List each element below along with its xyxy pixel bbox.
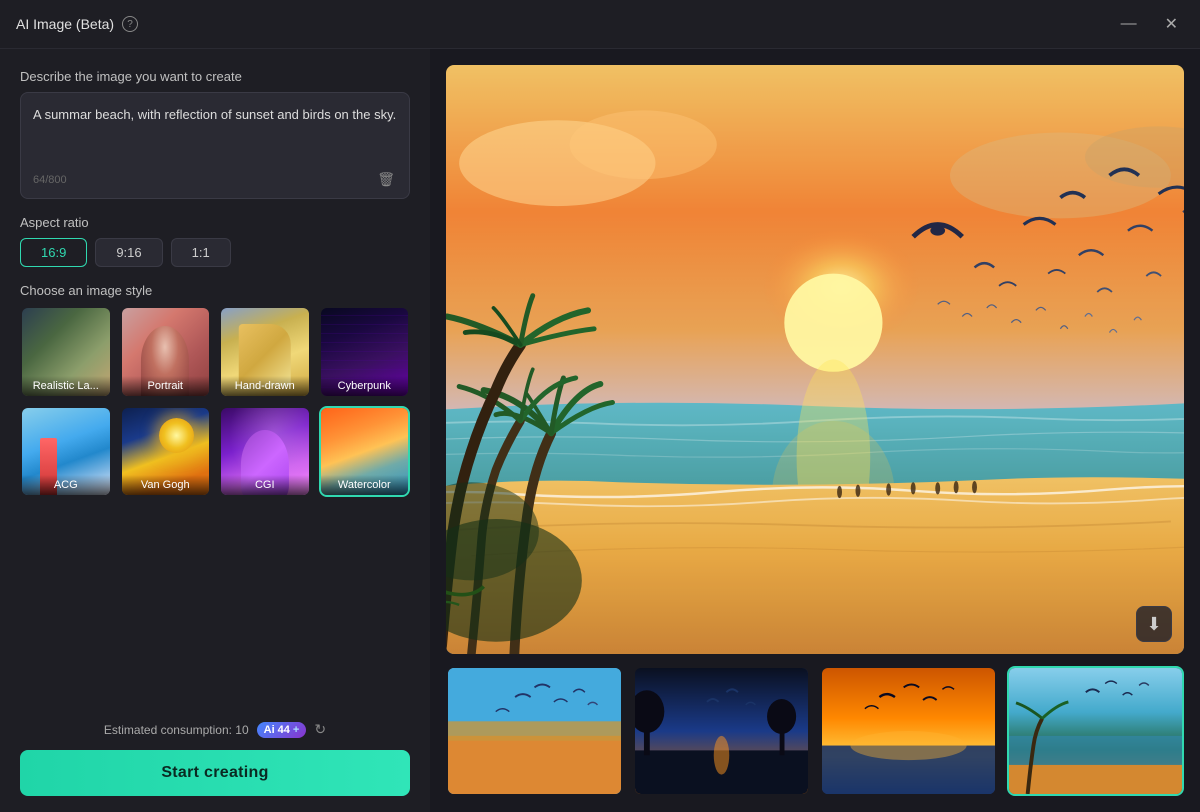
- prompt-section: Describe the image you want to create 64…: [20, 69, 410, 199]
- style-card-realistic[interactable]: Realistic La...: [20, 306, 112, 398]
- main-image-area: ⬇: [446, 65, 1184, 654]
- style-label-cyberpunk: Cyberpunk: [321, 376, 409, 396]
- style-card-cyberpunk[interactable]: Cyberpunk: [319, 306, 411, 398]
- aspect-ratio-buttons: 16:9 9:16 1:1: [20, 238, 410, 267]
- ai-badge: Ai 44 +: [257, 722, 307, 738]
- consumption-text: Estimated consumption: 10: [104, 723, 249, 737]
- credit-count: 44: [278, 724, 290, 736]
- thumbnails-row: [446, 666, 1184, 796]
- start-creating-button[interactable]: Start creating: [20, 750, 410, 796]
- aspect-btn-1-1[interactable]: 1:1: [171, 238, 231, 267]
- window-title: AI Image (Beta): [16, 16, 114, 32]
- aspect-ratio-section: Aspect ratio 16:9 9:16 1:1: [20, 215, 410, 267]
- aspect-btn-9-16[interactable]: 9:16: [95, 238, 162, 267]
- consumption-row: Estimated consumption: 10 Ai 44 + ↻: [20, 721, 410, 738]
- thumbnail-1[interactable]: [446, 666, 623, 796]
- style-card-portrait[interactable]: Portrait: [120, 306, 212, 398]
- app-window: AI Image (Beta) ? — ✕ Describe the image…: [0, 0, 1200, 812]
- style-label-cgi: CGI: [221, 475, 309, 495]
- thumb-bg-3: [822, 668, 995, 794]
- aspect-ratio-label: Aspect ratio: [20, 215, 410, 230]
- left-panel: Describe the image you want to create 64…: [0, 49, 430, 812]
- style-label-watercolor: Watercolor: [321, 475, 409, 495]
- textarea-footer: 64/800 🗑: [33, 169, 397, 190]
- thumbnail-3[interactable]: [820, 666, 997, 796]
- ai-label: Ai: [264, 724, 275, 736]
- style-label-portrait: Portrait: [122, 376, 210, 396]
- clear-button[interactable]: 🗑: [375, 169, 397, 190]
- help-icon[interactable]: ?: [122, 16, 138, 32]
- style-label-handdrawn: Hand-drawn: [221, 376, 309, 396]
- textarea-wrapper: 64/800 🗑: [20, 92, 410, 199]
- image-style-label: Choose an image style: [20, 283, 410, 298]
- titlebar-left: AI Image (Beta) ?: [16, 16, 138, 32]
- main-content: Describe the image you want to create 64…: [0, 49, 1200, 812]
- style-label-realistic: Realistic La...: [22, 376, 110, 396]
- style-card-vangogh[interactable]: Van Gogh: [120, 406, 212, 498]
- thumbnail-2[interactable]: [633, 666, 810, 796]
- close-button[interactable]: ✕: [1159, 12, 1184, 36]
- style-card-cgi[interactable]: CGI: [219, 406, 311, 498]
- aspect-btn-16-9[interactable]: 16:9: [20, 238, 87, 267]
- window-controls: — ✕: [1115, 12, 1184, 36]
- thumbnail-4[interactable]: [1007, 666, 1184, 796]
- style-label-acg: ACG: [22, 475, 110, 495]
- style-card-watercolor[interactable]: Watercolor: [319, 406, 411, 498]
- titlebar: AI Image (Beta) ? — ✕: [0, 0, 1200, 49]
- style-label-vangogh: Van Gogh: [122, 475, 210, 495]
- refresh-icon[interactable]: ↻: [314, 721, 326, 738]
- thumb-bg-1: [448, 668, 621, 794]
- download-icon: ⬇: [1146, 614, 1161, 635]
- download-button[interactable]: ⬇: [1136, 606, 1172, 642]
- ai-plus-icon: +: [293, 724, 299, 736]
- prompt-label: Describe the image you want to create: [20, 69, 410, 84]
- main-image-svg: [446, 65, 1184, 654]
- style-card-acg[interactable]: ACG: [20, 406, 112, 498]
- image-style-section: Choose an image style Realistic La... Po…: [20, 283, 410, 497]
- minimize-button[interactable]: —: [1115, 12, 1143, 36]
- bottom-section: Estimated consumption: 10 Ai 44 + ↻ Star…: [20, 721, 410, 796]
- right-panel: ⬇: [430, 49, 1200, 812]
- thumb-bg-4: [1009, 668, 1182, 794]
- thumb-bg-2: [635, 668, 808, 794]
- style-grid: Realistic La... Portrait Hand-dra: [20, 306, 410, 497]
- char-count: 64/800: [33, 174, 67, 186]
- style-card-handdrawn[interactable]: Hand-drawn: [219, 306, 311, 398]
